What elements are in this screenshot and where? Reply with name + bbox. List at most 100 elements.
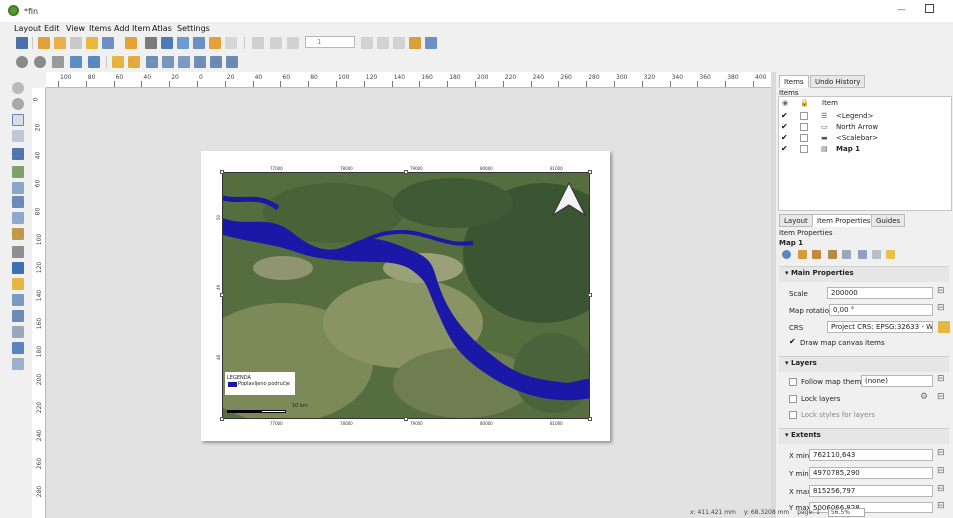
data-defined-icon[interactable]: ⊟ bbox=[937, 448, 945, 458]
scale-input[interactable]: 200000 bbox=[827, 287, 933, 299]
data-defined-icon[interactable]: ⊟ bbox=[937, 392, 945, 402]
previous-feature-icon[interactable] bbox=[287, 37, 299, 49]
lock-checkbox[interactable] bbox=[800, 134, 808, 142]
atlas-export-icon[interactable] bbox=[425, 37, 437, 49]
rotation-input[interactable]: 0,00 ° bbox=[829, 304, 933, 316]
resize-handle[interactable] bbox=[220, 170, 224, 174]
item-row-label[interactable]: North Arrow bbox=[836, 123, 878, 131]
zoom-in-icon[interactable] bbox=[16, 56, 28, 68]
atlas-settings-icon[interactable] bbox=[409, 37, 421, 49]
menu-edit[interactable]: Edit bbox=[44, 24, 60, 33]
edit-nodes-icon[interactable] bbox=[12, 148, 24, 160]
lock-items-icon[interactable] bbox=[112, 56, 124, 68]
select-crs-icon[interactable] bbox=[938, 321, 950, 333]
xmax-input[interactable]: 815256,797 bbox=[809, 485, 933, 497]
unlock-items-icon[interactable] bbox=[128, 56, 140, 68]
view-scale-icon[interactable] bbox=[842, 250, 851, 259]
undo-icon[interactable] bbox=[209, 37, 221, 49]
data-defined-icon[interactable]: ⊟ bbox=[937, 484, 945, 494]
tab-guides[interactable]: Guides bbox=[871, 214, 906, 227]
visible-checkbox[interactable]: ✔ bbox=[781, 122, 788, 131]
menu-settings[interactable]: Settings bbox=[177, 24, 210, 33]
add-attribute-table-icon[interactable] bbox=[12, 326, 24, 338]
add-marker-icon[interactable] bbox=[12, 212, 24, 224]
resize-icon[interactable] bbox=[226, 56, 238, 68]
raise-icon[interactable] bbox=[178, 56, 190, 68]
bookmark-icon[interactable] bbox=[858, 250, 867, 259]
add-polyline-icon[interactable] bbox=[12, 294, 24, 306]
pan-icon[interactable] bbox=[12, 82, 24, 94]
lock-checkbox[interactable] bbox=[800, 123, 808, 131]
data-defined-icon[interactable]: ⊟ bbox=[937, 466, 945, 476]
zoom-select[interactable]: 56.5% bbox=[827, 508, 865, 517]
set-scale-icon[interactable] bbox=[828, 250, 837, 259]
view-extent-icon[interactable] bbox=[812, 250, 821, 259]
atlas-page-selector[interactable] bbox=[305, 36, 355, 48]
zoom-full-icon[interactable] bbox=[70, 56, 82, 68]
lock-checkbox[interactable] bbox=[800, 145, 808, 153]
export-pdf-icon[interactable] bbox=[193, 37, 205, 49]
draw-canvas-checkbox[interactable]: ✔ bbox=[789, 337, 796, 346]
lock-styles-checkbox[interactable] bbox=[789, 411, 797, 419]
resize-handle[interactable] bbox=[588, 170, 592, 174]
resize-handle[interactable] bbox=[220, 417, 224, 421]
duplicate-layout-icon[interactable] bbox=[54, 37, 66, 49]
add-html-icon[interactable] bbox=[12, 342, 24, 354]
export-svg-icon[interactable] bbox=[177, 37, 189, 49]
data-defined-icon[interactable]: ⊟ bbox=[937, 374, 945, 384]
scalebar-item[interactable] bbox=[227, 410, 261, 413]
lock-layers-checkbox[interactable] bbox=[789, 395, 797, 403]
tab-undo-history[interactable]: Undo History bbox=[810, 75, 866, 88]
open-template-icon[interactable] bbox=[86, 37, 98, 49]
add-polygon-icon[interactable] bbox=[12, 310, 24, 322]
clip-icon[interactable] bbox=[886, 250, 895, 259]
visible-checkbox[interactable]: ✔ bbox=[781, 111, 788, 120]
atlas-preview-icon[interactable] bbox=[252, 37, 264, 49]
tab-items[interactable]: Items bbox=[779, 75, 809, 88]
layout-manager-icon[interactable] bbox=[70, 37, 82, 49]
tab-layout[interactable]: Layout bbox=[779, 214, 813, 227]
last-feature-icon[interactable] bbox=[377, 37, 389, 49]
minimize-button[interactable]: — bbox=[897, 5, 906, 15]
ymin-input[interactable]: 4970785,290 bbox=[809, 467, 933, 479]
save-template-icon[interactable] bbox=[102, 37, 114, 49]
data-defined-icon[interactable]: ⊟ bbox=[937, 303, 945, 313]
add-shape-icon[interactable] bbox=[12, 278, 24, 290]
maximize-button[interactable] bbox=[925, 4, 934, 13]
add-scalebar-icon[interactable] bbox=[12, 246, 24, 258]
zoom-tool-icon[interactable] bbox=[12, 98, 24, 110]
menu-items[interactable]: Items bbox=[89, 24, 111, 33]
add-label-icon[interactable] bbox=[12, 262, 24, 274]
labeling-icon[interactable] bbox=[872, 250, 881, 259]
layers-config-icon[interactable]: ⚙ bbox=[920, 392, 928, 402]
add-map-icon[interactable] bbox=[12, 166, 24, 178]
visible-checkbox[interactable]: ✔ bbox=[781, 133, 788, 142]
item-row-label[interactable]: Map 1 bbox=[836, 145, 860, 153]
resize-handle[interactable] bbox=[404, 170, 408, 174]
resize-handle[interactable] bbox=[588, 293, 592, 297]
export-image-icon[interactable] bbox=[161, 37, 173, 49]
data-defined-icon[interactable]: ⊟ bbox=[937, 286, 945, 296]
atlas-print-icon[interactable] bbox=[393, 37, 405, 49]
refresh-icon[interactable] bbox=[88, 56, 100, 68]
new-layout-icon[interactable] bbox=[38, 37, 50, 49]
zoom-actual-icon[interactable] bbox=[52, 56, 64, 68]
select-move-icon[interactable] bbox=[12, 114, 24, 126]
lock-checkbox[interactable] bbox=[800, 112, 808, 120]
crs-select[interactable]: Project CRS: EPSG:32633 - WG bbox=[827, 321, 933, 333]
move-content-icon[interactable] bbox=[12, 130, 24, 142]
zoom-out-icon[interactable] bbox=[34, 56, 46, 68]
item-row-label[interactable]: <Legend> bbox=[836, 112, 873, 120]
set-extent-icon[interactable] bbox=[798, 250, 807, 259]
add-3d-map-icon[interactable] bbox=[12, 182, 24, 194]
group-icon[interactable] bbox=[146, 56, 158, 68]
refresh-preview-icon[interactable] bbox=[782, 250, 791, 259]
distribute-icon[interactable] bbox=[210, 56, 222, 68]
menu-layout[interactable]: Layout bbox=[14, 24, 41, 33]
menu-add-item[interactable]: Add Item bbox=[114, 24, 150, 33]
add-picture-icon[interactable] bbox=[12, 196, 24, 208]
save-icon[interactable] bbox=[16, 37, 28, 49]
menu-atlas[interactable]: Atlas bbox=[152, 24, 172, 33]
first-feature-icon[interactable] bbox=[270, 37, 282, 49]
xmin-input[interactable]: 762110,643 bbox=[809, 449, 933, 461]
